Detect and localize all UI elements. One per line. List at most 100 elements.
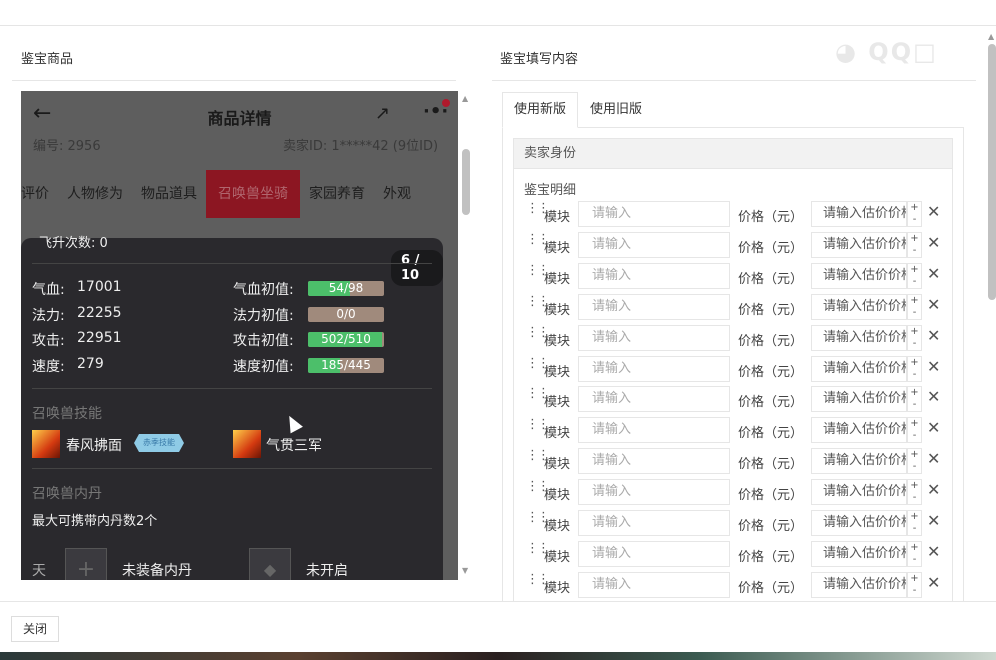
remove-row-icon[interactable]: ✕ — [927, 202, 940, 221]
decrement-icon[interactable]: - — [908, 523, 921, 535]
phone-scrollbar[interactable]: ▲ ▼ — [462, 92, 471, 580]
drag-handle-icon[interactable]: ⋮⋮ — [526, 573, 550, 586]
module-input[interactable]: 请输入 — [578, 540, 730, 567]
price-input[interactable]: 请输入估价价格 — [811, 262, 907, 289]
close-button[interactable]: 关闭 — [11, 616, 59, 642]
price-input[interactable]: 请输入估价价格 — [811, 479, 907, 506]
drag-handle-icon[interactable]: ⋮⋮ — [526, 326, 550, 339]
module-input[interactable]: 请输入 — [578, 262, 730, 289]
drag-handle-icon[interactable]: ⋮⋮ — [526, 264, 550, 277]
tab-old-version[interactable]: 使用旧版 — [578, 92, 654, 128]
decrement-icon[interactable]: - — [908, 369, 921, 381]
price-stepper[interactable]: + - — [907, 448, 922, 475]
module-input[interactable]: 请输入 — [578, 355, 730, 382]
drag-handle-icon[interactable]: ⋮⋮ — [526, 387, 550, 400]
decrement-icon[interactable]: - — [908, 430, 921, 442]
drag-handle-icon[interactable]: ⋮⋮ — [526, 449, 550, 462]
decrement-icon[interactable]: - — [908, 338, 921, 350]
remove-row-icon[interactable]: ✕ — [927, 542, 940, 561]
increment-icon[interactable]: + — [908, 202, 921, 214]
price-stepper[interactable]: + - — [907, 571, 922, 598]
increment-icon[interactable]: + — [908, 357, 921, 369]
price-stepper[interactable]: + - — [907, 479, 922, 506]
price-stepper[interactable]: + - — [907, 386, 922, 413]
drag-handle-icon[interactable]: ⋮⋮ — [526, 202, 550, 215]
tab-new-version[interactable]: 使用新版 — [502, 92, 579, 128]
remove-row-icon[interactable]: ✕ — [927, 511, 940, 530]
price-stepper[interactable]: + - — [907, 262, 922, 289]
drag-handle-icon[interactable]: ⋮⋮ — [526, 295, 550, 308]
increment-icon[interactable]: + — [908, 295, 921, 307]
price-stepper[interactable]: + - — [907, 293, 922, 320]
module-input[interactable]: 请输入 — [578, 479, 730, 506]
module-input[interactable]: 请输入 — [578, 293, 730, 320]
price-stepper[interactable]: + - — [907, 324, 922, 351]
module-input[interactable]: 请输入 — [578, 510, 730, 536]
increment-icon[interactable]: + — [908, 573, 921, 585]
drag-handle-icon[interactable]: ⋮⋮ — [526, 542, 550, 555]
price-input[interactable]: 请输入估价价格 — [811, 571, 907, 598]
remove-row-icon[interactable]: ✕ — [927, 233, 940, 252]
price-input[interactable]: 请输入估价价格 — [811, 510, 907, 536]
remove-row-icon[interactable]: ✕ — [927, 387, 940, 406]
decrement-icon[interactable]: - — [908, 461, 921, 473]
scroll-down-icon[interactable]: ▼ — [462, 566, 468, 575]
drag-handle-icon[interactable]: ⋮⋮ — [526, 357, 550, 370]
decrement-icon[interactable]: - — [908, 307, 921, 319]
price-input[interactable]: 请输入估价价格 — [811, 540, 907, 567]
remove-row-icon[interactable]: ✕ — [927, 295, 940, 314]
module-input[interactable]: 请输入 — [578, 448, 730, 475]
scroll-up-icon[interactable]: ▲ — [988, 32, 994, 41]
increment-icon[interactable]: + — [908, 480, 921, 492]
module-input[interactable]: 请输入 — [578, 417, 730, 444]
increment-icon[interactable]: + — [908, 387, 921, 399]
phone-tab-active: 召唤兽坐骑 — [206, 170, 300, 218]
increment-icon[interactable]: + — [908, 542, 921, 554]
increment-icon[interactable]: + — [908, 233, 921, 245]
remove-row-icon[interactable]: ✕ — [927, 418, 940, 437]
price-input[interactable]: 请输入估价价格 — [811, 324, 907, 351]
remove-row-icon[interactable]: ✕ — [927, 264, 940, 283]
price-stepper[interactable]: + - — [907, 355, 922, 382]
remove-row-icon[interactable]: ✕ — [927, 326, 940, 345]
increment-icon[interactable]: + — [908, 449, 921, 461]
decrement-icon[interactable]: - — [908, 399, 921, 411]
remove-row-icon[interactable]: ✕ — [927, 449, 940, 468]
drag-handle-icon[interactable]: ⋮⋮ — [526, 511, 550, 524]
price-input[interactable]: 请输入估价价格 — [811, 417, 907, 444]
scroll-up-icon[interactable]: ▲ — [462, 94, 468, 103]
price-input[interactable]: 请输入估价价格 — [811, 293, 907, 320]
module-input[interactable]: 请输入 — [578, 324, 730, 351]
increment-icon[interactable]: + — [908, 418, 921, 430]
module-input[interactable]: 请输入 — [578, 571, 730, 598]
price-stepper[interactable]: + - — [907, 510, 922, 536]
remove-row-icon[interactable]: ✕ — [927, 573, 940, 592]
remove-row-icon[interactable]: ✕ — [927, 357, 940, 376]
remove-row-icon[interactable]: ✕ — [927, 480, 940, 499]
decrement-icon[interactable]: - — [908, 245, 921, 257]
module-input[interactable]: 请输入 — [578, 231, 730, 258]
increment-icon[interactable]: + — [908, 511, 921, 523]
increment-icon[interactable]: + — [908, 264, 921, 276]
price-input[interactable]: 请输入估价价格 — [811, 448, 907, 475]
decrement-icon[interactable]: - — [908, 276, 921, 288]
decrement-icon[interactable]: - — [908, 214, 921, 226]
increment-icon[interactable]: + — [908, 326, 921, 338]
drag-handle-icon[interactable]: ⋮⋮ — [526, 418, 550, 431]
decrement-icon[interactable]: - — [908, 492, 921, 504]
page-scrollbar[interactable]: ▲ — [987, 32, 996, 602]
module-input[interactable]: 请输入 — [578, 386, 730, 413]
drag-handle-icon[interactable]: ⋮⋮ — [526, 233, 550, 246]
price-input[interactable]: 请输入估价价格 — [811, 355, 907, 382]
drag-handle-icon[interactable]: ⋮⋮ — [526, 480, 550, 493]
price-input[interactable]: 请输入估价价格 — [811, 231, 907, 258]
decrement-icon[interactable]: - — [908, 554, 921, 566]
decrement-icon[interactable]: - — [908, 585, 921, 597]
price-stepper[interactable]: + - — [907, 540, 922, 567]
price-input[interactable]: 请输入估价价格 — [811, 386, 907, 413]
price-stepper[interactable]: + - — [907, 231, 922, 258]
price-input[interactable]: 请输入估价价格 — [811, 201, 907, 227]
price-stepper[interactable]: + - — [907, 417, 922, 444]
module-input[interactable]: 请输入 — [578, 201, 730, 227]
price-stepper[interactable]: + - — [907, 201, 922, 227]
